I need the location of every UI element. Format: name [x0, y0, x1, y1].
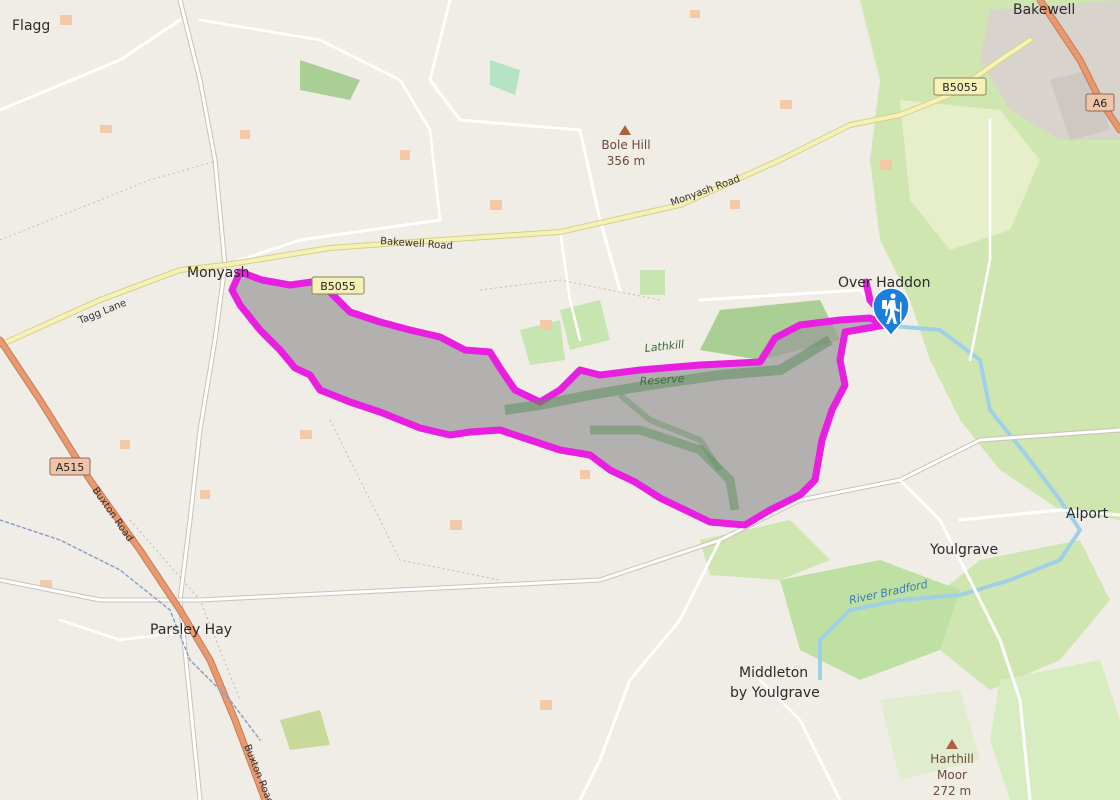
- place-youlgrave: Youlgrave: [929, 542, 998, 558]
- a515-shield-label: A515: [56, 461, 85, 474]
- a6-shield-label: A6: [1093, 97, 1108, 110]
- map-view[interactable]: B5055 B5055 A6 A515 Bakewell Road Monyas…: [0, 0, 1120, 800]
- harthill-height: 272 m: [933, 784, 971, 798]
- bole-hill-height: 356 m: [607, 154, 645, 168]
- place-monyash: Monyash: [187, 265, 250, 281]
- bole-hill-name: Bole Hill: [601, 138, 650, 152]
- map-canvas[interactable]: B5055 B5055 A6 A515 Bakewell Road Monyas…: [0, 0, 1120, 800]
- place-flagg: Flagg: [12, 18, 50, 34]
- place-alport: Alport: [1066, 506, 1109, 522]
- b5055-shield-east-label: B5055: [942, 81, 978, 94]
- harthill-name-line-1: Harthill: [930, 752, 974, 766]
- harthill-name-line-2: Moor: [937, 768, 967, 782]
- place-middleton-line-2: by Youlgrave: [730, 685, 820, 701]
- b5055-shield-west-label: B5055: [320, 280, 356, 293]
- place-bakewell: Bakewell: [1013, 2, 1075, 18]
- place-parsley-hay: Parsley Hay: [150, 622, 232, 638]
- place-middleton-line-1: Middleton: [739, 665, 808, 681]
